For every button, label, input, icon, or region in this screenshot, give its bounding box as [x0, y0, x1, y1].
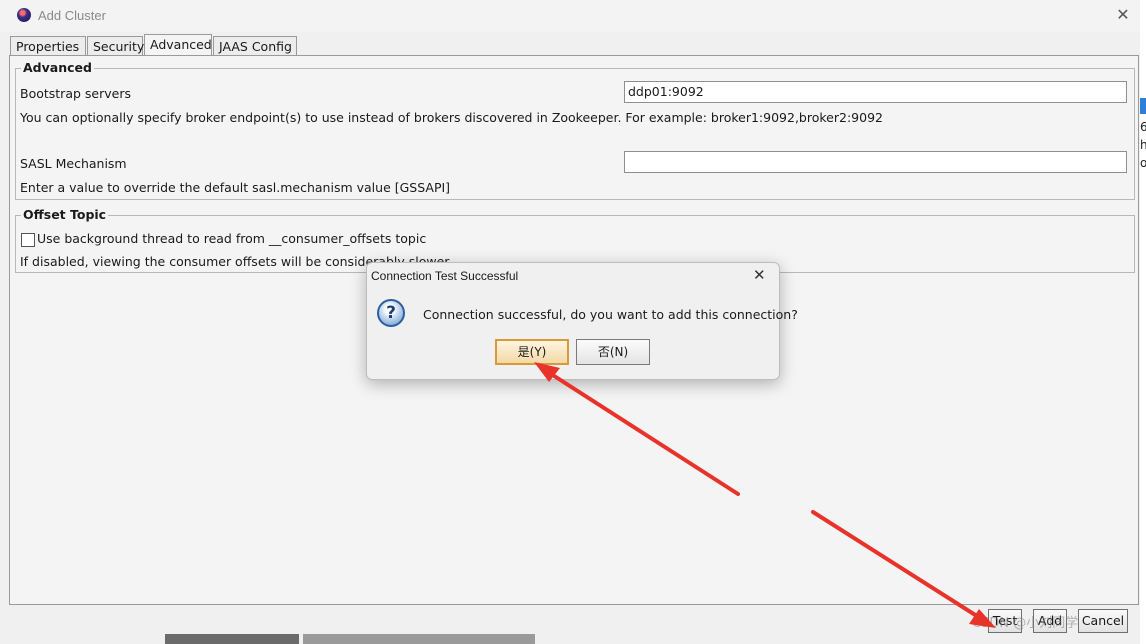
background-text: o [1140, 156, 1146, 170]
connection-success-dialog: Connection Test Successful ✕ ? Connectio… [366, 262, 798, 380]
sasl-mechanism-input[interactable] [624, 151, 1127, 173]
tab-advanced[interactable]: Advanced [144, 34, 212, 56]
background-text: 6 [1140, 120, 1146, 134]
dialog-title: Connection Test Successful [371, 269, 519, 283]
background-selection [1140, 98, 1146, 114]
dialog-message: Connection successful, do you want to ad… [423, 307, 798, 322]
yes-button[interactable]: 是(Y) [495, 339, 569, 365]
background-window-edge [165, 634, 299, 644]
app-logo-icon [17, 8, 31, 22]
window-close-icon[interactable]: ✕ [1112, 4, 1134, 26]
sasl-mechanism-label: SASL Mechanism [20, 156, 127, 171]
advanced-group-title: Advanced [21, 60, 94, 75]
title-bar: Add Cluster ✕ [0, 0, 1140, 32]
tab-security[interactable]: Security [87, 36, 144, 55]
bootstrap-servers-label: Bootstrap servers [20, 86, 131, 101]
background-text: h [1140, 138, 1146, 152]
bootstrap-help-text: You can optionally specify broker endpoi… [20, 110, 883, 125]
no-button[interactable]: 否(N) [576, 339, 650, 365]
watermark: CSDN @小刘同学 [972, 616, 1079, 631]
advanced-group: Advanced Bootstrap servers ddp01:9092 Yo… [15, 60, 1135, 200]
background-window-edge [303, 634, 535, 644]
dialog-close-icon[interactable]: ✕ [753, 266, 766, 284]
background-thread-checkbox[interactable] [21, 233, 35, 247]
tab-jaas-config[interactable]: JAAS Config [213, 36, 297, 55]
bootstrap-servers-input[interactable]: ddp01:9092 [624, 81, 1127, 103]
question-icon: ? [377, 299, 405, 327]
sasl-help-text: Enter a value to override the default sa… [20, 180, 451, 195]
background-thread-label: Use background thread to read from __con… [37, 231, 427, 246]
tab-properties[interactable]: Properties [10, 36, 86, 55]
window-title: Add Cluster [38, 8, 106, 23]
background-window-strip: 6 h o [1140, 0, 1146, 644]
offset-topic-title: Offset Topic [21, 207, 109, 222]
cancel-button[interactable]: Cancel [1078, 609, 1128, 633]
